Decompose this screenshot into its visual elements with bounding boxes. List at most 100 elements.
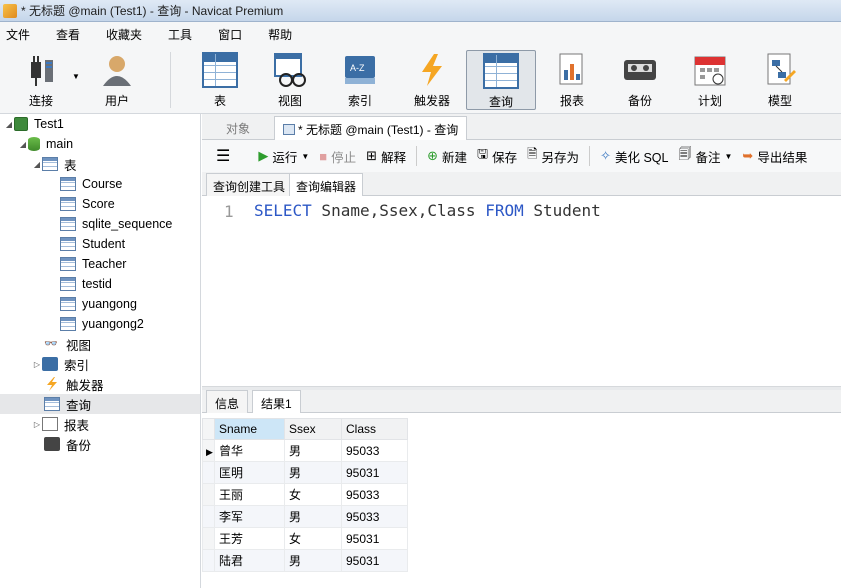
tab-query-editor[interactable]: 查询编辑器: [289, 173, 364, 196]
collapse-arrow-icon[interactable]: ◢: [4, 120, 14, 129]
beautify-sql-button[interactable]: ✧ 美化 SQL: [600, 147, 668, 166]
backup-label: 备份: [627, 94, 652, 108]
table-row[interactable]: ▶ 曾华 男 95033: [202, 439, 408, 462]
cell-sname[interactable]: 陆君: [214, 549, 285, 572]
column-header-sname[interactable]: Sname: [214, 418, 285, 440]
export-results-button[interactable]: ➥ 导出结果: [742, 147, 807, 166]
explain-label: 解释: [381, 150, 407, 165]
index-button[interactable]: A-Z 索引: [332, 50, 388, 110]
row-header: [202, 549, 215, 572]
collapse-arrow-icon[interactable]: ◢: [18, 140, 28, 149]
table-row[interactable]: 王芳 女 95031: [202, 527, 408, 550]
table-row[interactable]: 匡明 男 95031: [202, 461, 408, 484]
cell-class[interactable]: 95033: [341, 439, 408, 462]
cell-ssex[interactable]: 男: [284, 461, 342, 484]
connect-dropdown-icon[interactable]: ▼: [72, 72, 80, 81]
tab-query[interactable]: * 无标题 @main (Test1) - 查询: [274, 116, 468, 140]
table-row[interactable]: 李军 男 95033: [202, 505, 408, 528]
expand-arrow-icon[interactable]: ▷: [32, 420, 42, 429]
backup-button[interactable]: 备份: [612, 50, 668, 110]
tree-reports[interactable]: ▷ 报表: [0, 414, 200, 434]
tree-backups[interactable]: 备份: [0, 434, 200, 454]
menu-file[interactable]: 文件: [0, 26, 42, 43]
tree-tables-group[interactable]: ◢ 表: [0, 154, 200, 174]
query-button[interactable]: 查询: [466, 50, 536, 110]
hamburger-menu-icon[interactable]: ☰: [216, 146, 230, 166]
tree-table-item[interactable]: sqlite_sequence: [0, 214, 200, 234]
table-row[interactable]: 王丽 女 95033: [202, 483, 408, 506]
menu-tools[interactable]: 工具: [162, 26, 204, 43]
cell-class[interactable]: 95031: [341, 461, 408, 484]
tab-objects[interactable]: 对象: [218, 116, 258, 140]
comment-dropdown-icon[interactable]: ▼: [724, 152, 732, 161]
cell-class[interactable]: 95033: [341, 483, 408, 506]
table-row[interactable]: 陆君 男 95031: [202, 549, 408, 572]
column-header-ssex[interactable]: Ssex: [284, 418, 342, 440]
tree-table-item[interactable]: Score: [0, 194, 200, 214]
save-as-button[interactable]: 🗎 另存为: [527, 145, 579, 167]
tree-table-item[interactable]: Student: [0, 234, 200, 254]
tab-query-builder[interactable]: 查询创建工具: [206, 173, 293, 196]
cell-ssex[interactable]: 女: [284, 483, 342, 506]
stop-button[interactable]: ■ 停止: [319, 147, 356, 166]
cell-class[interactable]: 95033: [341, 505, 408, 528]
user-button[interactable]: 用户: [92, 50, 142, 110]
table-icon: [42, 157, 58, 171]
expand-arrow-icon[interactable]: ▷: [32, 360, 42, 369]
save-button[interactable]: 🖫 保存: [477, 145, 517, 167]
tree-table-item[interactable]: Teacher: [0, 254, 200, 274]
collapse-arrow-icon[interactable]: ◢: [32, 160, 42, 169]
cell-ssex[interactable]: 男: [284, 439, 342, 462]
connect-button[interactable]: 连接: [14, 50, 68, 110]
table-icon: [60, 237, 76, 251]
sql-code-line[interactable]: SELECT Sname,Ssex,Class FROM Student: [254, 201, 601, 220]
index-icon-text: A-Z: [350, 63, 365, 73]
run-dropdown-icon[interactable]: ▼: [301, 152, 309, 161]
comment-button[interactable]: 🗐 备注 ▼: [678, 145, 732, 167]
cell-sname[interactable]: 王丽: [214, 483, 285, 506]
cell-sname[interactable]: 曾华: [214, 439, 285, 462]
column-header-class[interactable]: Class: [341, 418, 408, 440]
menu-help[interactable]: 帮助: [262, 26, 304, 43]
magic-wand-icon: ✧: [600, 148, 611, 163]
new-button[interactable]: ⊕ 新建: [427, 147, 467, 166]
cell-ssex[interactable]: 女: [284, 527, 342, 550]
tree-table-item[interactable]: Course: [0, 174, 200, 194]
explain-button[interactable]: ⊞ 解释: [366, 147, 406, 166]
report-button[interactable]: 报表: [544, 50, 600, 110]
user-icon: [99, 52, 135, 88]
calendar-icon: [692, 52, 728, 88]
tree-table-item[interactable]: yuangong: [0, 294, 200, 314]
table-icon: [60, 197, 76, 211]
cell-class[interactable]: 95031: [341, 549, 408, 572]
cell-ssex[interactable]: 男: [284, 549, 342, 572]
tree-database[interactable]: ◢ main: [0, 134, 200, 154]
sql-editor[interactable]: 1 SELECT Sname,Ssex,Class FROM Student: [202, 196, 841, 386]
tree-views[interactable]: 👓 视图: [0, 334, 200, 354]
menu-favorites[interactable]: 收藏夹: [100, 26, 154, 43]
schedule-button[interactable]: 计划: [682, 50, 738, 110]
cell-sname[interactable]: 王芳: [214, 527, 285, 550]
run-button[interactable]: ▶ 运行 ▼: [258, 147, 309, 166]
table-button[interactable]: 表: [192, 50, 248, 110]
tree-table-item[interactable]: yuangong2: [0, 314, 200, 334]
stop-icon: ■: [319, 148, 328, 164]
model-button[interactable]: 模型: [752, 50, 808, 110]
cell-class[interactable]: 95031: [341, 527, 408, 550]
tab-result1[interactable]: 结果1: [252, 390, 301, 413]
tab-info[interactable]: 信息: [206, 390, 249, 413]
tree-indexes[interactable]: ▷ 索引: [0, 354, 200, 374]
tree-queries[interactable]: 查询: [0, 394, 200, 414]
result-grid: Sname Ssex Class ▶ 曾华 男 95033 匡明 男 95031…: [202, 418, 408, 572]
toolbar-separator: [170, 52, 171, 108]
view-button[interactable]: 视图: [262, 50, 318, 110]
menu-window[interactable]: 窗口: [212, 26, 254, 43]
tree-table-item[interactable]: testid: [0, 274, 200, 294]
cell-ssex[interactable]: 男: [284, 505, 342, 528]
menu-view[interactable]: 查看: [50, 26, 92, 43]
trigger-button[interactable]: 触发器: [402, 50, 462, 110]
tree-connection[interactable]: ◢ Test1: [0, 114, 200, 134]
tree-triggers[interactable]: 触发器: [0, 374, 200, 394]
cell-sname[interactable]: 匡明: [214, 461, 285, 484]
cell-sname[interactable]: 李军: [214, 505, 285, 528]
